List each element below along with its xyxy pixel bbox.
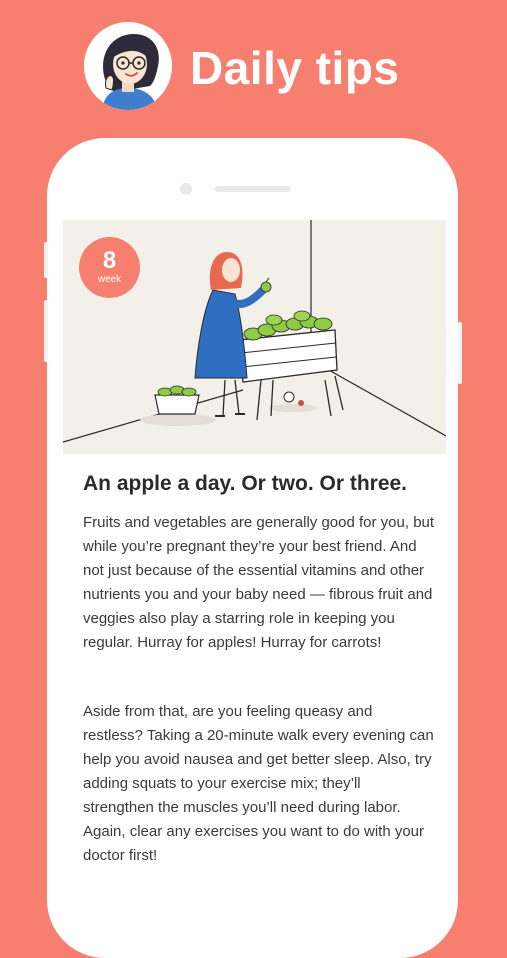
week-badge: 8 week: [79, 237, 140, 298]
phone-side-button: [44, 242, 48, 278]
phone-side-button: [44, 300, 48, 362]
woman-avatar-icon: [84, 22, 172, 110]
week-number: 8: [102, 247, 117, 274]
article-title: An apple a day. Or two. Or three.: [83, 472, 408, 495]
article-paragraph: Fruits and vegetables are generally good…: [83, 514, 435, 651]
app-screen: 8 week An apple a day. Or two. Or three.…: [63, 220, 446, 900]
page-title: Daily tips: [190, 42, 400, 94]
article-paragraph: Aside from that, are you feeling queasy …: [83, 703, 434, 864]
week-label: week: [97, 274, 122, 285]
pregnant-woman-eating-apples-illustration: 8 week: [63, 220, 446, 454]
phone-camera: [180, 183, 192, 195]
header: Daily tips: [0, 0, 507, 130]
phone-side-button: [458, 322, 462, 384]
phone-speaker: [215, 186, 291, 192]
